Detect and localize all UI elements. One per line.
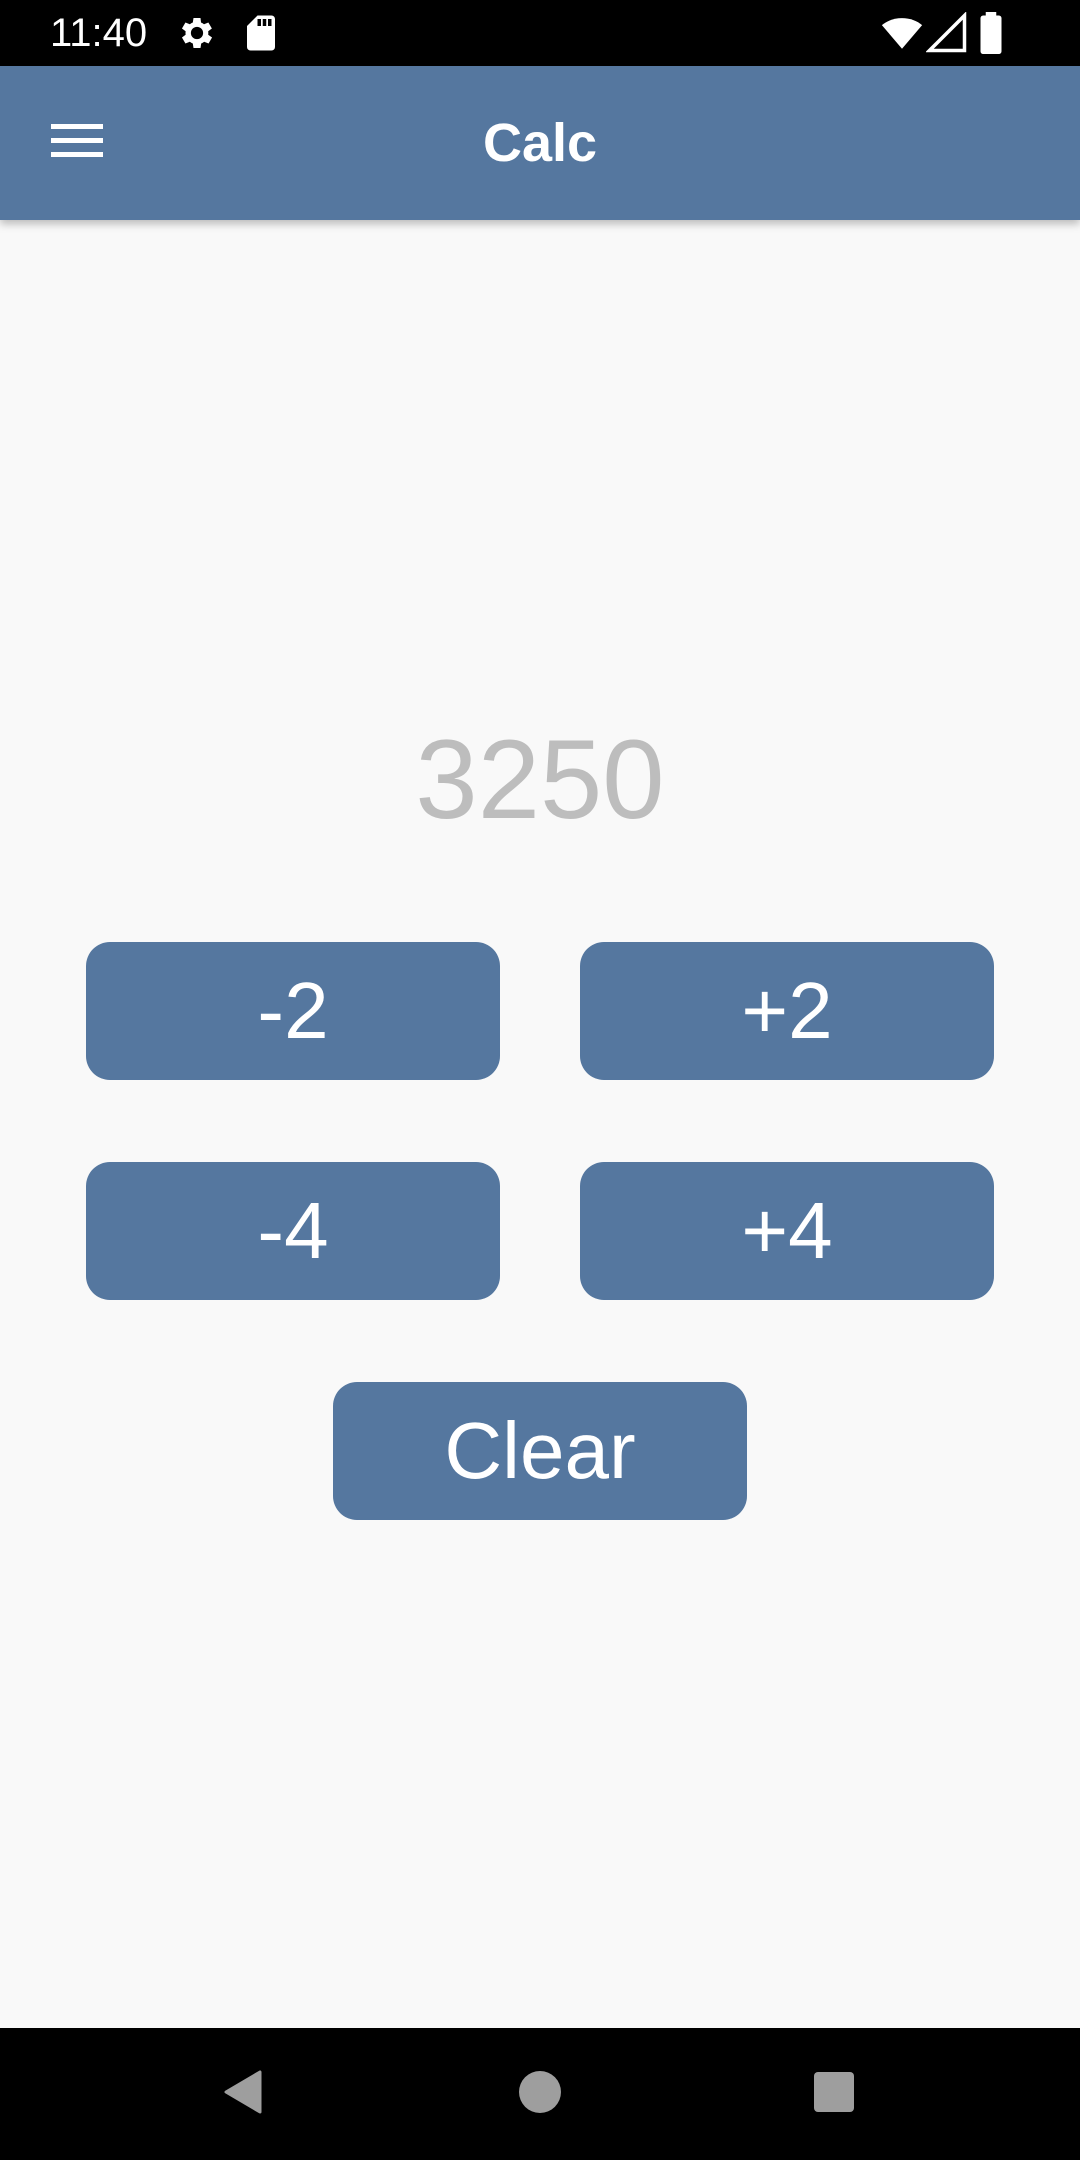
recents-square-icon	[813, 2071, 855, 2118]
result-display: 3250	[415, 717, 665, 842]
sd-card-icon	[240, 12, 282, 54]
back-button[interactable]	[208, 2058, 280, 2130]
app-title: Calc	[482, 113, 598, 173]
home-button[interactable]	[504, 2058, 576, 2130]
battery-icon	[976, 12, 1018, 54]
minus-4-button[interactable]: -4	[86, 1162, 500, 1300]
app-bar: Calc	[0, 66, 1080, 220]
wifi-icon	[880, 12, 923, 54]
plus-2-button[interactable]: +2	[580, 942, 994, 1080]
back-triangle-icon	[220, 2068, 268, 2121]
signal-icon	[925, 11, 968, 54]
phone-screen: 11:40 Calc 3250 -2 +2 -4 +4 Clear	[0, 0, 1080, 2160]
settings-icon	[176, 12, 218, 54]
status-bar: 11:40	[0, 0, 1080, 66]
recents-button[interactable]	[798, 2058, 870, 2130]
status-time: 11:40	[50, 11, 148, 55]
clear-button[interactable]: Clear	[333, 1382, 747, 1520]
home-circle-icon	[518, 2070, 562, 2119]
minus-2-button[interactable]: -2	[86, 942, 500, 1080]
plus-4-button[interactable]: +4	[580, 1162, 994, 1300]
navigation-bar	[0, 2028, 1080, 2160]
calculator-content: 3250 -2 +2 -4 +4 Clear	[0, 220, 1080, 2028]
